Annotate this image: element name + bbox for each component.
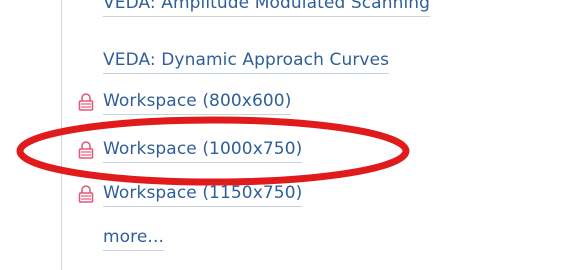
link-label[interactable]: VEDA: Amplitude Modulated Scanning — [103, 0, 431, 17]
lock-icon — [76, 140, 96, 160]
link-more[interactable]: more... — [76, 226, 164, 251]
link-veda-approach-curves[interactable]: VEDA: Dynamic Approach Curves — [76, 49, 390, 74]
sidebar-divider — [61, 0, 62, 270]
link-workspace-800x600[interactable]: Workspace (800x600) — [76, 90, 292, 115]
link-label[interactable]: Workspace (1000x750) — [103, 138, 303, 163]
link-label[interactable]: Workspace (800x600) — [103, 90, 292, 115]
link-label[interactable]: more... — [103, 226, 164, 251]
lock-icon — [76, 92, 96, 112]
link-workspace-1150x750[interactable]: Workspace (1150x750) — [76, 182, 303, 207]
link-workspace-1000x750[interactable]: Workspace (1000x750) — [76, 138, 303, 163]
link-label[interactable]: Workspace (1150x750) — [103, 182, 303, 207]
app-link-list: VEDA: Amplitude Modulated Scanning VEDA:… — [76, 0, 556, 270]
lock-icon — [76, 184, 96, 204]
link-veda-am-scanning[interactable]: VEDA: Amplitude Modulated Scanning — [76, 0, 431, 28]
link-label[interactable]: VEDA: Dynamic Approach Curves — [103, 49, 390, 74]
